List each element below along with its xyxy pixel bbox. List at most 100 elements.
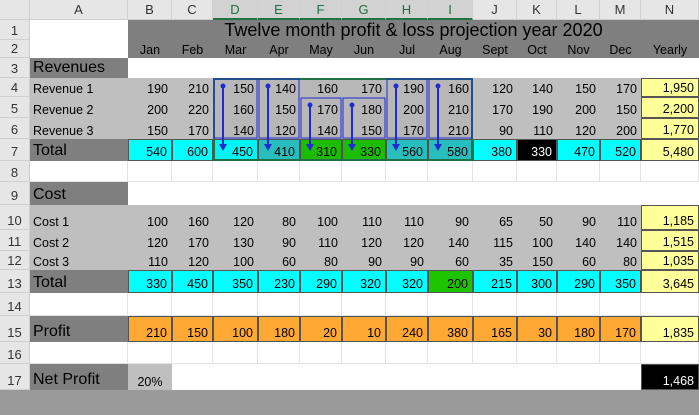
cost-cell[interactable]: 120	[213, 205, 258, 230]
cost-cell[interactable]: 120	[172, 251, 213, 270]
empty-cell[interactable]	[30, 293, 128, 316]
cost-cell[interactable]: 90	[428, 205, 473, 230]
yearly-header[interactable]: Yearly	[641, 40, 699, 58]
empty-cell[interactable]	[386, 342, 428, 364]
cost-cell[interactable]: 90	[386, 251, 428, 270]
cost-cell[interactable]: 60	[557, 251, 600, 270]
revenue-cell[interactable]: 160	[300, 78, 342, 97]
column-header-e[interactable]: E	[258, 0, 300, 20]
empty-cell[interactable]	[30, 342, 128, 364]
revenue-cell[interactable]: 170	[172, 118, 213, 139]
cost-cell[interactable]: 110	[600, 205, 641, 230]
profit-cell[interactable]: 180	[557, 316, 600, 342]
revenue-cell[interactable]: 140	[300, 118, 342, 139]
revenue-cell[interactable]: 150	[342, 118, 386, 139]
column-header-a[interactable]: A	[30, 0, 128, 20]
cost-cell[interactable]: 60	[428, 251, 473, 270]
revenue-total-label[interactable]: Total	[30, 139, 128, 161]
cost-heading[interactable]: Cost	[30, 182, 128, 205]
column-header-j[interactable]: J	[473, 0, 517, 20]
revenue-cell[interactable]: 190	[128, 78, 172, 97]
cost-cell[interactable]: 35	[473, 251, 517, 270]
cost-total-cell[interactable]: 200	[428, 270, 473, 293]
cost-total-cell[interactable]: 320	[386, 270, 428, 293]
cost-cell[interactable]: 90	[342, 251, 386, 270]
empty-cell[interactable]	[386, 161, 428, 182]
revenue-total-cell[interactable]: 310	[300, 139, 342, 161]
cost-yearly-cell[interactable]: 1,515	[641, 230, 699, 251]
revenue-cell[interactable]: 200	[600, 118, 641, 139]
row-header-8[interactable]: 8	[0, 161, 30, 182]
revenue-cell[interactable]: 170	[473, 97, 517, 118]
row-header-10[interactable]: 10	[0, 205, 30, 230]
empty-cell[interactable]	[342, 342, 386, 364]
revenue-total-cell[interactable]: 380	[473, 139, 517, 161]
cost-total-cell[interactable]: 330	[128, 270, 172, 293]
revenue-cell[interactable]: 120	[473, 78, 517, 97]
empty-cell[interactable]	[300, 342, 342, 364]
revenue-cell[interactable]: 160	[428, 78, 473, 97]
empty-cell[interactable]	[342, 161, 386, 182]
revenue-total-cell[interactable]: 330	[342, 139, 386, 161]
cost-cell[interactable]: 90	[258, 230, 300, 251]
revenue-cell[interactable]: 140	[517, 78, 557, 97]
column-header-b[interactable]: B	[128, 0, 172, 20]
empty-cell[interactable]	[600, 342, 641, 364]
row-header-7[interactable]: 7	[0, 139, 30, 161]
row-header-12[interactable]: 12	[0, 251, 30, 270]
revenue-cell[interactable]: 140	[213, 118, 258, 139]
row-header-3[interactable]: 3	[0, 58, 30, 78]
profit-yearly-cell[interactable]: 1,835	[641, 316, 699, 342]
profit-label[interactable]: Profit	[30, 316, 128, 342]
empty-cell[interactable]	[258, 293, 300, 316]
cost-cell[interactable]: 80	[600, 251, 641, 270]
empty-cell[interactable]	[473, 293, 517, 316]
empty-cell[interactable]	[128, 293, 172, 316]
month-header[interactable]: Oct	[517, 40, 557, 58]
cost-cell[interactable]: 140	[600, 230, 641, 251]
month-header[interactable]: Jul	[386, 40, 428, 58]
empty-cell[interactable]	[213, 293, 258, 316]
empty-cell[interactable]	[213, 342, 258, 364]
column-header-h[interactable]: H	[386, 0, 428, 20]
revenue-cell[interactable]: 210	[428, 97, 473, 118]
cost-label[interactable]: Cost 2	[30, 230, 128, 251]
row-header-5[interactable]: 5	[0, 97, 30, 118]
cost-total-cell[interactable]: 290	[557, 270, 600, 293]
cost-cell[interactable]: 100	[128, 205, 172, 230]
revenue-cell[interactable]: 180	[342, 97, 386, 118]
month-header[interactable]: Apr	[258, 40, 300, 58]
revenues-heading[interactable]: Revenues	[30, 58, 128, 78]
cost-cell[interactable]: 120	[386, 230, 428, 251]
cost-cell[interactable]: 110	[386, 205, 428, 230]
cost-total-yearly-cell[interactable]: 3,645	[641, 270, 699, 293]
empty-cell[interactable]	[300, 161, 342, 182]
revenue-cell[interactable]: 190	[517, 97, 557, 118]
empty-cell[interactable]	[557, 342, 600, 364]
empty-cell[interactable]	[428, 161, 473, 182]
empty-cell[interactable]	[213, 161, 258, 182]
revenue-cell[interactable]: 220	[172, 97, 213, 118]
revenue-cell[interactable]: 150	[600, 97, 641, 118]
net-profit-rate-cell[interactable]: 20%	[128, 364, 172, 390]
cost-cell[interactable]: 130	[213, 230, 258, 251]
month-header[interactable]: Aug	[428, 40, 473, 58]
empty-cell[interactable]	[172, 342, 213, 364]
month-header[interactable]: Nov	[557, 40, 600, 58]
net-profit-label[interactable]: Net Profit	[30, 364, 128, 390]
revenue-cell[interactable]: 140	[258, 78, 300, 97]
empty-cell[interactable]	[128, 342, 172, 364]
revenue-total-cell[interactable]: 520	[600, 139, 641, 161]
profit-cell[interactable]: 10	[342, 316, 386, 342]
empty-cell[interactable]	[172, 161, 213, 182]
empty-cell[interactable]	[517, 342, 557, 364]
revenue-yearly-cell[interactable]: 2,200	[641, 97, 699, 118]
row-header-13[interactable]: 13	[0, 270, 30, 293]
revenue-label[interactable]: Revenue 3	[30, 118, 128, 139]
row-header-2[interactable]: 2	[0, 40, 30, 58]
profit-cell[interactable]: 180	[258, 316, 300, 342]
column-header-g[interactable]: G	[342, 0, 386, 20]
column-header-m[interactable]: M	[600, 0, 641, 20]
month-header[interactable]: Jan	[128, 40, 172, 58]
revenue-label[interactable]: Revenue 1	[30, 78, 128, 97]
